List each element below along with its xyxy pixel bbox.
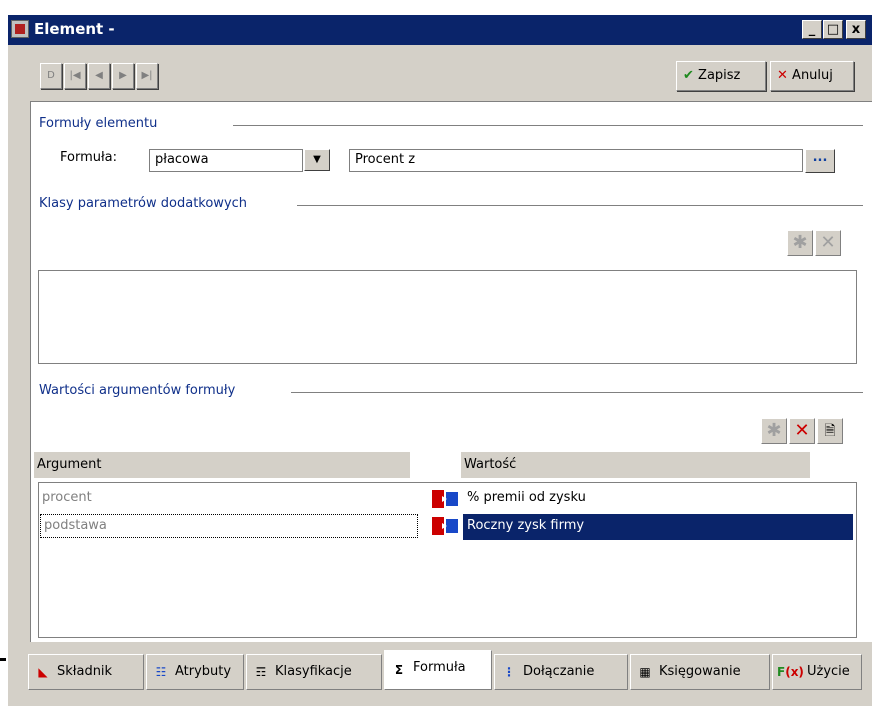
tab-skladnik[interactable]: ◣ Składnik bbox=[28, 654, 144, 690]
sigma-icon: Σ bbox=[394, 663, 404, 677]
section-divider bbox=[291, 392, 863, 393]
cancel-button[interactable]: ✕ Anuluj bbox=[770, 61, 854, 91]
last-record-icon: ▶| bbox=[141, 70, 153, 81]
previous-record-button[interactable]: ◀ bbox=[88, 63, 110, 89]
tab-ksiegowanie[interactable]: ▦ Księgowanie bbox=[630, 654, 770, 690]
edge-mark bbox=[0, 658, 6, 661]
arguments-section-heading: Wartości argumentów formuły bbox=[39, 383, 236, 398]
previous-record-icon: ◀ bbox=[95, 70, 103, 81]
element-window: Element - _ □ x D |◀ ◀ ▶ ▶| ✔ Zapisz ✕ A… bbox=[8, 15, 872, 706]
value-cell[interactable]: % premii od zysku bbox=[463, 486, 853, 512]
delete-x-icon: ✕ bbox=[794, 420, 810, 441]
tab-label: Składnik bbox=[57, 664, 113, 679]
argument-cell[interactable]: podstawa bbox=[40, 514, 418, 538]
tab-dolaczanie[interactable]: ⋮ Dołączanie bbox=[494, 654, 628, 690]
tab-label: Dołączanie bbox=[523, 664, 595, 679]
classification-icon: ☶ bbox=[255, 665, 267, 679]
browse-formula-button[interactable]: ... bbox=[805, 149, 835, 173]
title-bar[interactable]: Element - _ □ x bbox=[8, 15, 872, 45]
section-divider bbox=[297, 205, 863, 206]
next-record-icon: ▶ bbox=[119, 70, 127, 81]
attributes-icon: ☷ bbox=[155, 665, 167, 679]
value-column-header[interactable]: Wartość bbox=[461, 452, 810, 478]
save-button[interactable]: ✔ Zapisz bbox=[676, 61, 766, 91]
save-label: Zapisz bbox=[698, 68, 741, 83]
checkmark-icon: ✔ bbox=[683, 68, 694, 83]
maximize-button[interactable]: □ bbox=[823, 20, 843, 39]
window-title: Element - bbox=[34, 20, 115, 38]
function-icon: F(x) bbox=[777, 665, 804, 679]
first-record-button[interactable]: |◀ bbox=[64, 63, 86, 89]
formula-panel: Formuły elementu Formuła: płacowa ▼ Proc… bbox=[30, 101, 872, 642]
asterisk-icon: ✱ bbox=[766, 420, 782, 441]
close-button[interactable]: x bbox=[846, 20, 866, 39]
new-record-icon: D bbox=[47, 70, 55, 81]
section-divider bbox=[233, 125, 863, 126]
cancel-x-icon: ✕ bbox=[777, 68, 788, 83]
minimize-button[interactable]: _ bbox=[802, 20, 822, 39]
formula-section-heading: Formuły elementu bbox=[39, 116, 158, 131]
tab-label: Księgowanie bbox=[659, 664, 741, 679]
formula-type-select[interactable]: płacowa bbox=[149, 149, 303, 172]
tab-label: Atrybuty bbox=[175, 664, 232, 679]
cancel-label: Anuluj bbox=[792, 68, 833, 83]
delete-x-icon: ✕ bbox=[820, 232, 836, 253]
tab-label: Formuła bbox=[413, 660, 466, 675]
first-record-icon: |◀ bbox=[69, 70, 81, 81]
add-class-button[interactable]: ✱ bbox=[787, 230, 813, 256]
argument-cell[interactable]: procent bbox=[39, 487, 419, 511]
value-cell-selected[interactable]: Roczny zysk firmy bbox=[463, 514, 853, 540]
argument-column-header[interactable]: Argument bbox=[34, 452, 410, 478]
delete-class-button[interactable]: ✕ bbox=[815, 230, 841, 256]
link-value-icon[interactable] bbox=[432, 490, 460, 508]
tab-label: Użycie bbox=[807, 664, 850, 679]
next-record-button[interactable]: ▶ bbox=[112, 63, 134, 89]
last-record-button[interactable]: ▶| bbox=[136, 63, 158, 89]
tab-label: Klasyfikacje bbox=[275, 664, 352, 679]
chevron-down-icon: ▼ bbox=[313, 154, 321, 165]
formula-type-dropdown-button[interactable]: ▼ bbox=[304, 149, 330, 171]
properties-button[interactable]: 🗎 bbox=[817, 418, 843, 444]
tab-uzycie[interactable]: F(x) Użycie bbox=[772, 654, 862, 690]
link-value-icon[interactable] bbox=[432, 517, 460, 535]
arguments-table[interactable]: procent % premii od zysku podstawa Roczn… bbox=[38, 482, 857, 638]
asterisk-icon: ✱ bbox=[792, 232, 808, 253]
formula-name-field[interactable]: Procent z bbox=[349, 149, 803, 172]
tab-formula[interactable]: Σ Formuła bbox=[384, 650, 492, 690]
properties-icon: 🗎 bbox=[824, 423, 836, 439]
attach-icon: ⋮ bbox=[503, 665, 515, 679]
classes-list[interactable] bbox=[38, 270, 857, 364]
add-argument-button[interactable]: ✱ bbox=[761, 418, 787, 444]
delete-argument-button[interactable]: ✕ bbox=[789, 418, 815, 444]
app-icon[interactable] bbox=[11, 20, 29, 38]
tab-klasyfikacje[interactable]: ☶ Klasyfikacje bbox=[246, 654, 382, 690]
tab-atrybuty[interactable]: ☷ Atrybuty bbox=[146, 654, 244, 690]
formula-label: Formuła: bbox=[60, 150, 118, 165]
accounting-icon: ▦ bbox=[639, 665, 651, 679]
component-icon: ◣ bbox=[38, 665, 48, 679]
classes-section-heading: Klasy parametrów dodatkowych bbox=[39, 196, 248, 211]
new-record-button[interactable]: D bbox=[40, 63, 62, 89]
